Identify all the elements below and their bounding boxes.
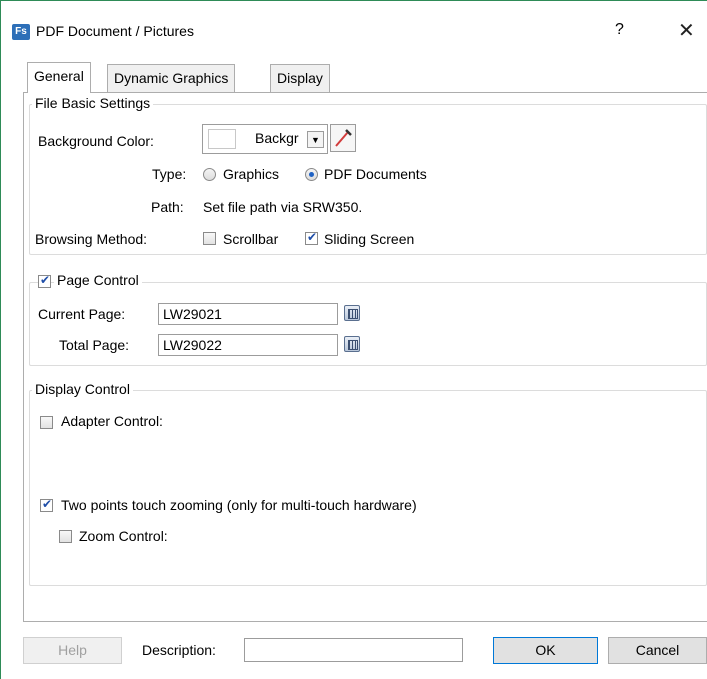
- path-label: Path:: [151, 199, 184, 215]
- app-icon: Fs: [12, 24, 30, 40]
- cancel-button[interactable]: Cancel: [608, 637, 707, 664]
- ok-button[interactable]: OK: [493, 637, 598, 664]
- description-input[interactable]: [244, 638, 463, 662]
- eyedropper-icon: [335, 129, 352, 147]
- tab-general[interactable]: General: [27, 62, 91, 93]
- description-label: Description:: [142, 642, 216, 658]
- file-basic-settings-title: File Basic Settings: [32, 95, 154, 111]
- two-points-zoom-label: Two points touch zooming (only for multi…: [61, 497, 417, 513]
- color-picker-button[interactable]: [330, 124, 356, 152]
- adapter-control-label: Adapter Control:: [61, 413, 163, 429]
- sliding-screen-label: Sliding Screen: [324, 231, 415, 247]
- scrollbar-label: Scrollbar: [223, 231, 279, 247]
- current-page-input[interactable]: LW29021: [158, 303, 338, 325]
- address-picker-icon[interactable]: [344, 305, 360, 321]
- type-graphics-label: Graphics: [223, 166, 280, 182]
- color-swatch: [208, 129, 236, 149]
- background-color-label: Background Color:: [38, 133, 154, 149]
- page-control-checkbox[interactable]: [38, 273, 51, 288]
- type-pdf-radio[interactable]: [305, 168, 318, 181]
- sliding-screen-checkbox[interactable]: [305, 230, 318, 245]
- background-color-dropdown[interactable]: Backgr ▼: [202, 124, 328, 154]
- help-button[interactable]: Help: [23, 637, 122, 664]
- type-label: Type:: [152, 166, 187, 182]
- browsing-method-label: Browsing Method:: [35, 231, 148, 247]
- page-control-group: [29, 282, 707, 366]
- help-question-icon[interactable]: ?: [615, 21, 624, 39]
- tab-dynamic-graphics[interactable]: Dynamic Graphics: [107, 64, 236, 92]
- total-page-label: Total Page:: [59, 337, 130, 353]
- zoom-control-label: Zoom Control:: [79, 528, 168, 544]
- tab-display[interactable]: Display: [270, 64, 330, 92]
- zoom-control-checkbox[interactable]: [59, 530, 72, 543]
- type-graphics-radio[interactable]: [203, 168, 216, 181]
- two-points-zoom-checkbox[interactable]: [40, 497, 53, 512]
- close-icon[interactable]: ✕: [678, 18, 695, 43]
- display-control-title: Display Control: [32, 381, 133, 397]
- scrollbar-checkbox[interactable]: [203, 232, 216, 245]
- path-value: Set file path via SRW350.: [203, 199, 363, 215]
- type-pdf-label: PDF Documents: [324, 166, 427, 182]
- page-control-title: Page Control: [54, 272, 142, 288]
- total-page-input[interactable]: LW29022: [158, 334, 338, 356]
- current-page-label: Current Page:: [38, 306, 126, 322]
- address-picker-icon[interactable]: [344, 336, 360, 352]
- background-color-value: Backgr: [255, 130, 299, 146]
- chevron-down-icon[interactable]: ▼: [307, 131, 324, 148]
- window-title: PDF Document / Pictures: [36, 23, 194, 39]
- adapter-control-checkbox[interactable]: [40, 416, 53, 429]
